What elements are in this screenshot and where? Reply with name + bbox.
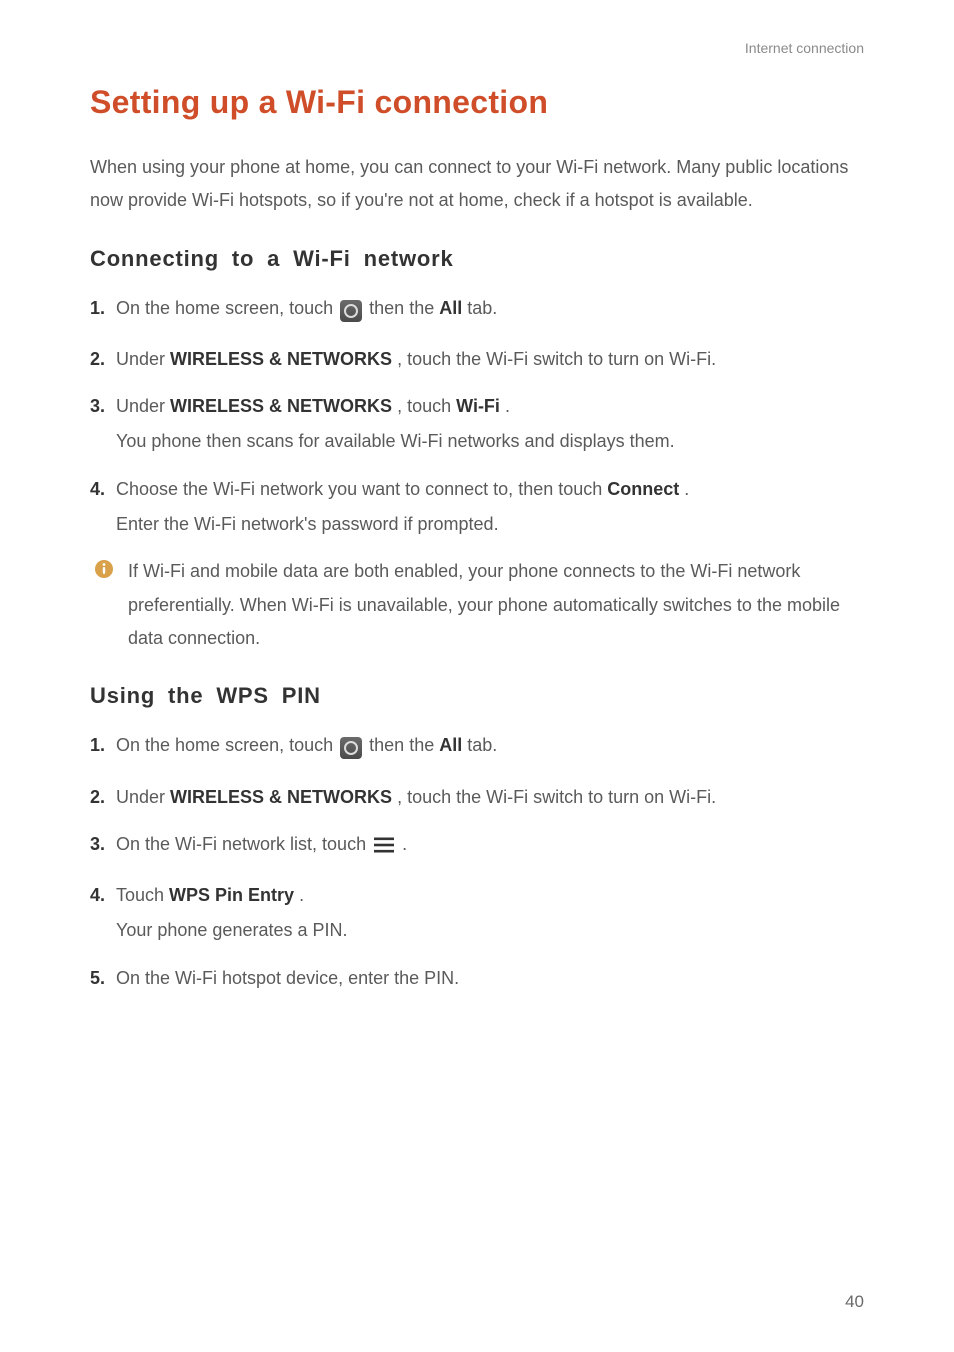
s1-step1: 1. On the home screen, touch then the Al… [90, 292, 864, 329]
step-subtext: Your phone generates a PIN. [116, 914, 864, 947]
intro-paragraph: When using your phone at home, you can c… [90, 151, 864, 218]
bold-wireless-networks: WIRELESS & NETWORKS [170, 349, 392, 369]
step-text: On the Wi-Fi network list, touch [116, 834, 371, 854]
step-number: 2. [90, 781, 105, 814]
step-text: . [299, 885, 304, 905]
bold-all-tab: All [439, 735, 462, 755]
bold-wifi: Wi-Fi [456, 396, 500, 416]
settings-icon [340, 733, 362, 766]
step-subtext: Enter the Wi-Fi network's password if pr… [116, 508, 864, 541]
s2-step5: 5. On the Wi-Fi hotspot device, enter th… [90, 962, 864, 995]
page-title: Setting up a Wi-Fi connection [90, 84, 864, 121]
step-text: Under [116, 787, 170, 807]
step-text: . [402, 834, 407, 854]
step-text: Touch [116, 885, 169, 905]
s2-step3: 3. On the Wi-Fi network list, touch . [90, 828, 864, 865]
bold-wps-pin-entry: WPS Pin Entry [169, 885, 294, 905]
step-text: On the home screen, touch [116, 735, 338, 755]
step-text: Choose the Wi-Fi network you want to con… [116, 479, 607, 499]
step-number: 4. [90, 879, 105, 912]
settings-icon [340, 296, 362, 329]
step-text: then the [369, 298, 439, 318]
step-text: Under [116, 396, 170, 416]
header-section-label: Internet connection [90, 40, 864, 56]
step-text: . [505, 396, 510, 416]
s1-step4: 4. Choose the Wi-Fi network you want to … [90, 473, 864, 542]
menu-icon [373, 832, 395, 865]
s2-step2: 2. Under WIRELESS & NETWORKS , touch the… [90, 781, 864, 814]
step-text: On the home screen, touch [116, 298, 338, 318]
info-note: If Wi-Fi and mobile data are both enable… [90, 555, 864, 655]
step-number: 1. [90, 292, 105, 325]
heading-wps-pin: Using the WPS PIN [90, 683, 864, 709]
step-subtext: You phone then scans for available Wi-Fi… [116, 425, 864, 458]
s1-step3: 3. Under WIRELESS & NETWORKS , touch Wi-… [90, 390, 864, 459]
s2-step1: 1. On the home screen, touch then the Al… [90, 729, 864, 766]
step-text: Under [116, 349, 170, 369]
bold-wireless-networks: WIRELESS & NETWORKS [170, 396, 392, 416]
step-text: . [684, 479, 689, 499]
s1-step2: 2. Under WIRELESS & NETWORKS , touch the… [90, 343, 864, 376]
step-number: 3. [90, 390, 105, 423]
note-text: If Wi-Fi and mobile data are both enable… [128, 561, 840, 648]
heading-connecting-wifi: Connecting to a Wi-Fi network [90, 246, 864, 272]
step-number: 3. [90, 828, 105, 861]
step-number: 5. [90, 962, 105, 995]
step-text: then the [369, 735, 439, 755]
step-text: On the Wi-Fi hotspot device, enter the P… [116, 968, 459, 988]
step-number: 2. [90, 343, 105, 376]
step-text: , touch the Wi-Fi switch to turn on Wi-F… [397, 349, 716, 369]
info-icon [94, 557, 114, 590]
step-number: 1. [90, 729, 105, 762]
page-number: 40 [845, 1292, 864, 1312]
step-text: , touch the Wi-Fi switch to turn on Wi-F… [397, 787, 716, 807]
step-text: tab. [467, 298, 497, 318]
step-text: , touch [397, 396, 456, 416]
bold-connect: Connect [607, 479, 679, 499]
step-number: 4. [90, 473, 105, 506]
step-text: tab. [467, 735, 497, 755]
bold-wireless-networks: WIRELESS & NETWORKS [170, 787, 392, 807]
s2-step4: 4. Touch WPS Pin Entry . Your phone gene… [90, 879, 864, 948]
bold-all-tab: All [439, 298, 462, 318]
